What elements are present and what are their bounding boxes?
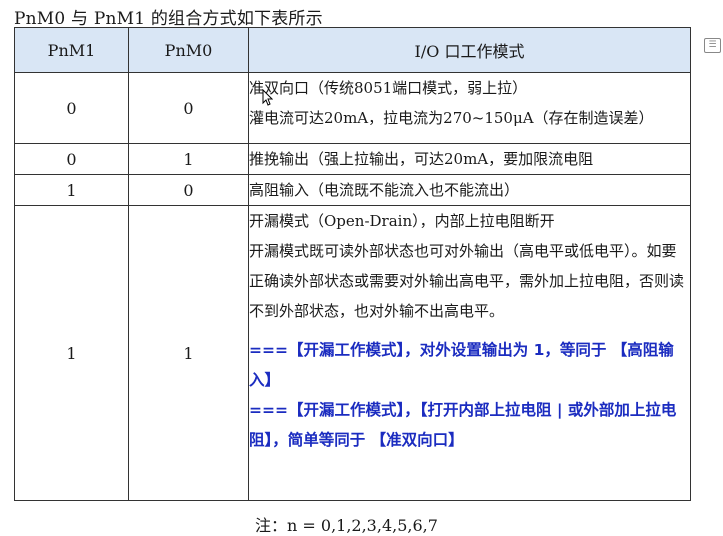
mouse-cursor-icon — [262, 89, 273, 106]
page-title: PnM0 与 PnM1 的组合方式如下表所示 — [14, 9, 323, 29]
footnote: 注：n = 0,1,2,3,4,5,6,7 — [255, 516, 438, 535]
mode-line: 灌电流可达20mA，拉电流为270~150μA（存在制造误差） — [249, 109, 654, 127]
cell-pnm1: 0 — [14, 72, 129, 144]
cell-pnm1: 1 — [14, 174, 129, 206]
mode-line: 高阻输入（电流既不能流入也不能流出） — [249, 181, 520, 199]
cell-pnm0: 0 — [128, 174, 249, 206]
cell-mode-desc: 推挽输出（强上拉输出，可达20mA，要加限流电阻 — [248, 143, 691, 175]
annotation-note: ===【开漏工作模式】，【打开内部上拉电阻 | 或外部加上拉电阻】，简单等同于 … — [249, 401, 677, 449]
edit-note-icon[interactable]: ☰ — [704, 38, 721, 53]
header-io-mode: I/O 口工作模式 — [248, 27, 691, 73]
cell-mode-desc: 准双向口（传统8051端口模式，弱上拉） 灌电流可达20mA，拉电流为270~1… — [248, 72, 691, 144]
cell-pnm1: 0 — [14, 143, 129, 175]
cell-pnm0: 1 — [128, 205, 249, 501]
cell-pnm0: 1 — [128, 143, 249, 175]
header-pnm1: PnM1 — [14, 27, 129, 73]
cell-pnm1: 1 — [14, 205, 129, 501]
io-mode-table: PnM1 PnM0 I/O 口工作模式 0 0 准双向口（传统8051端口模式，… — [14, 27, 691, 501]
mode-line: 推挽输出（强上拉输出，可达20mA，要加限流电阻 — [249, 150, 594, 168]
table-row: 0 0 准双向口（传统8051端口模式，弱上拉） 灌电流可达20mA，拉电流为2… — [14, 72, 691, 144]
mode-line: 准双向口（传统8051端口模式，弱上拉） — [249, 79, 528, 97]
cell-pnm0: 0 — [128, 72, 249, 144]
annotation-note: ===【开漏工作模式】，对外设置输出为 1，等同于 【高阻输入】 — [249, 341, 674, 389]
mode-line: 开漏模式既可读外部状态也可对外输出（高电平或低电平）。如要正确读外部状态或需要对… — [249, 242, 685, 320]
header-pnm0: PnM0 — [128, 27, 249, 73]
table-row: 0 1 推挽输出（强上拉输出，可达20mA，要加限流电阻 — [14, 143, 691, 175]
table-header-row: PnM1 PnM0 I/O 口工作模式 — [14, 27, 691, 73]
cell-mode-desc: 高阻输入（电流既不能流入也不能流出） — [248, 174, 691, 206]
cell-mode-desc: 开漏模式（Open-Drain），内部上拉电阻断开 开漏模式既可读外部状态也可对… — [248, 205, 691, 501]
table-row: 1 0 高阻输入（电流既不能流入也不能流出） — [14, 174, 691, 206]
mode-line: 开漏模式（Open-Drain），内部上拉电阻断开 — [249, 212, 555, 230]
table-row: 1 1 开漏模式（Open-Drain），内部上拉电阻断开 开漏模式既可读外部状… — [14, 205, 691, 501]
